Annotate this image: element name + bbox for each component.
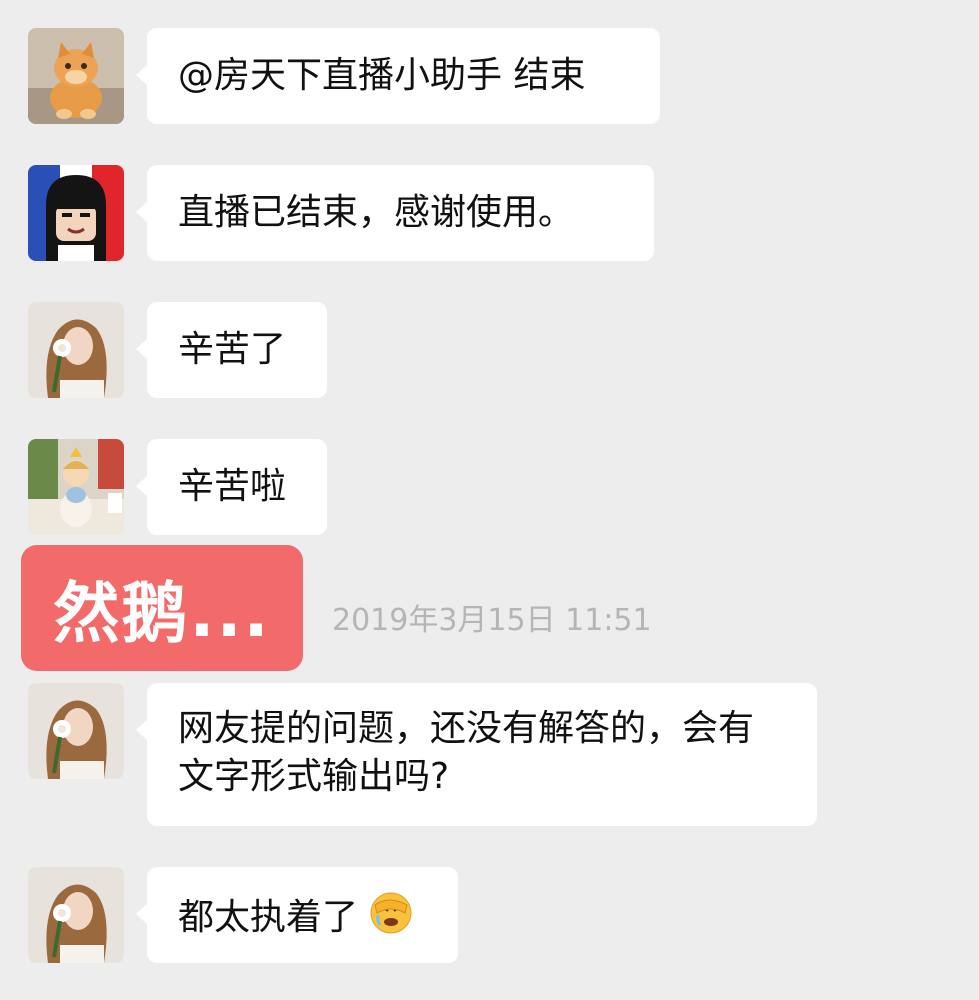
- message-text: 都太执着了: [178, 897, 359, 938]
- woman-with-flower-avatar[interactable]: [28, 683, 124, 779]
- woman-with-flower-avatar[interactable]: [28, 302, 124, 398]
- message-text: @房天下直播小助手 结束: [178, 55, 586, 96]
- cat-avatar[interactable]: [28, 28, 124, 124]
- message-text: 网友提的问题，还没有解答的，会有文字形式输出吗?: [178, 708, 755, 797]
- message-text: 辛苦啦: [178, 466, 287, 507]
- woman-with-flower-avatar[interactable]: [28, 867, 124, 963]
- message-text: 辛苦了: [178, 329, 287, 370]
- cartoon-girl-avatar[interactable]: [28, 165, 124, 261]
- doll-figurine-avatar[interactable]: [28, 439, 124, 535]
- meme-caption-badge: 然鹅...: [21, 545, 303, 671]
- message-bubble[interactable]: 都太执着了: [136, 867, 458, 963]
- message-bubble[interactable]: 辛苦了: [136, 302, 327, 398]
- message-bubble[interactable]: 直播已结束，感谢使用。: [136, 165, 654, 261]
- message-timestamp: 2019年3月15日 11:51: [332, 603, 652, 638]
- meme-caption-text: 然鹅...: [53, 575, 271, 652]
- facepalm-emoji-icon: [370, 892, 412, 934]
- message-bubble[interactable]: @房天下直播小助手 结束: [136, 28, 660, 124]
- message-bubble[interactable]: 辛苦啦: [136, 439, 327, 535]
- message-text: 直播已结束，感谢使用。: [178, 192, 575, 233]
- message-bubble[interactable]: 网友提的问题，还没有解答的，会有文字形式输出吗?: [136, 683, 817, 826]
